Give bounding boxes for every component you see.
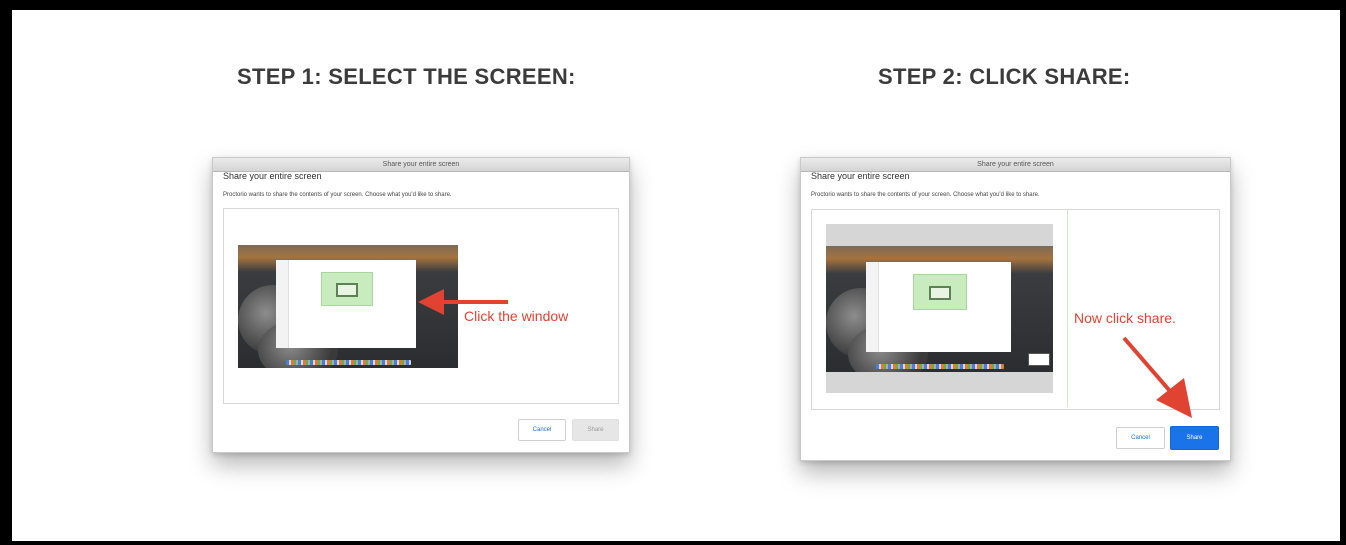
cancel-button[interactable]: Cancel	[518, 419, 566, 441]
dialog-titlebar: Share your entire screen	[801, 158, 1230, 172]
share-button[interactable]: Share	[1170, 426, 1219, 450]
screen-thumbnail	[826, 246, 1053, 372]
thumbnail-dock	[286, 360, 411, 365]
selected-screen-highlight[interactable]	[812, 210, 1068, 407]
share-button-disabled[interactable]: Share	[572, 419, 619, 441]
thumbnail-popup-icon	[336, 283, 358, 297]
selection-background	[826, 224, 1053, 393]
step-1-title: STEP 1: SELECT THE SCREEN:	[237, 64, 576, 89]
click-window-annotation: Click the window	[464, 308, 569, 324]
dialog-subtitle: Proctorio wants to share the contents of…	[223, 192, 452, 198]
thumbnail-sidebar	[276, 260, 289, 348]
thumbnail-corner-badge	[1028, 353, 1050, 366]
down-right-arrow-icon	[1122, 336, 1192, 418]
thumbnail-dock	[876, 364, 1004, 369]
cancel-button[interactable]: Cancel	[1116, 427, 1165, 449]
thumbnail-proctorio-popup	[913, 274, 967, 310]
thumbnail-browser-window	[276, 260, 416, 348]
thumbnail-browser-window	[866, 262, 1011, 352]
thumbnail-popup-icon	[929, 286, 951, 300]
dialog-subtitle: Proctorio wants to share the contents of…	[811, 192, 1040, 198]
now-click-share-annotation: Now click share.	[1074, 310, 1176, 326]
thumbnail-sidebar	[866, 262, 879, 352]
dialog-heading: Share your entire screen	[811, 171, 910, 181]
dialog-titlebar: Share your entire screen	[213, 158, 629, 172]
dialog-heading: Share your entire screen	[223, 171, 322, 181]
step-2-title: STEP 2: CLICK SHARE:	[878, 64, 1131, 89]
thumbnail-proctorio-popup	[321, 272, 373, 306]
